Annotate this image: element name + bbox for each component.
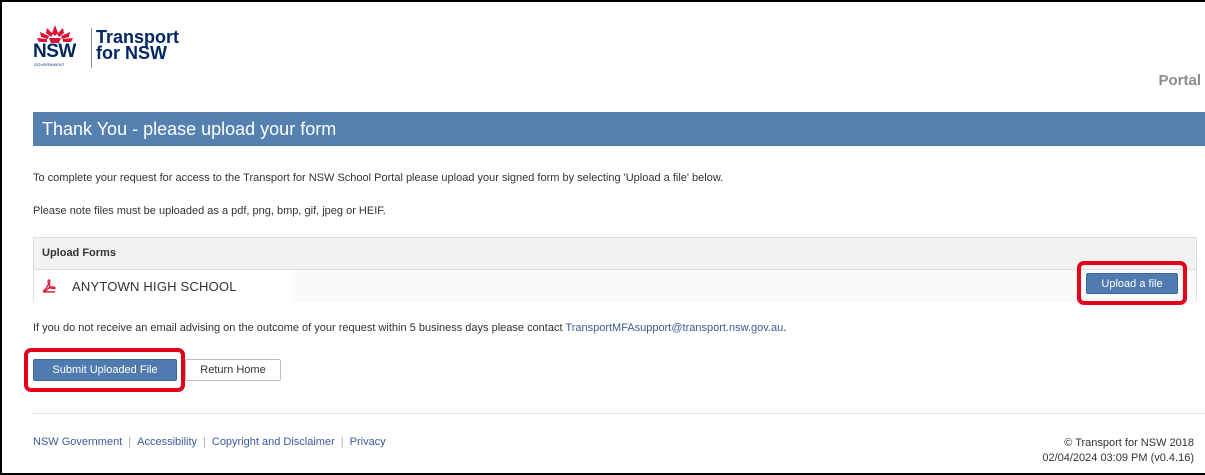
page-frame: NSW GOVERNMENT Transport for NSW Portal … (0, 0, 1205, 475)
footer-link-privacy[interactable]: Privacy (350, 436, 386, 448)
site-header: NSW GOVERNMENT Transport for NSW Portal (33, 24, 1205, 90)
transport-line-2: for NSW (96, 43, 167, 63)
footer-separator: | (128, 436, 132, 448)
file-types-note: Please note files must be uploaded as a … (33, 205, 386, 217)
footer-link-copyright[interactable]: Copyright and Disclaimer (212, 436, 335, 448)
upload-forms-heading: Upload Forms (34, 238, 1196, 270)
return-home-button[interactable]: Return Home (185, 359, 281, 381)
upload-button-highlight (1077, 261, 1187, 305)
transport-wordmark: Transport for NSW (96, 28, 179, 63)
logo-divider (91, 28, 92, 68)
submit-button-highlight (24, 348, 185, 392)
contact-text: If you do not receive an email advising … (33, 322, 786, 334)
government-wordmark: GOVERNMENT (34, 62, 65, 67)
support-email-link[interactable]: TransportMFAsupport@transport.nsw.gov.au (565, 322, 783, 334)
page-title-bar: Thank You - please upload your form (33, 112, 1205, 146)
portal-label: Portal (1158, 72, 1201, 89)
transport-nsw-logo[interactable]: NSW GOVERNMENT Transport for NSW (33, 24, 179, 70)
footer-link-nsw-government[interactable]: NSW Government (33, 436, 122, 448)
contact-message: If you do not receive an email advising … (33, 322, 566, 334)
footer-link-accessibility[interactable]: Accessibility (137, 436, 197, 448)
footer-separator: | (203, 436, 206, 448)
page-title: Thank You - please upload your form (42, 119, 337, 139)
contact-suffix: . (783, 322, 787, 334)
uploaded-file-name: ANYTOWN HIGH SCHOOL (72, 278, 237, 294)
timestamp-version: 02/04/2024 03:09 PM (v0.4.16) (1042, 452, 1194, 464)
nsw-wordmark: NSW (33, 41, 76, 62)
footer-divider (33, 413, 1205, 414)
footer-meta: © Transport for NSW 2018 02/04/2024 03:0… (1042, 436, 1194, 466)
upload-form-row: ANYTOWN HIGH SCHOOL (34, 270, 1196, 302)
upload-forms-panel: Upload Forms ANYTOWN HIGH SCHOOL (33, 237, 1197, 302)
footer-links: NSW Government | Accessibility | Copyrig… (33, 436, 386, 448)
footer-separator: | (340, 436, 344, 448)
file-cell: ANYTOWN HIGH SCHOOL (34, 270, 292, 302)
instruction-text: To complete your request for access to t… (33, 172, 724, 184)
pdf-icon (42, 279, 56, 293)
copyright-text: © Transport for NSW 2018 (1064, 437, 1194, 449)
nsw-government-logo: NSW GOVERNMENT (33, 24, 89, 70)
